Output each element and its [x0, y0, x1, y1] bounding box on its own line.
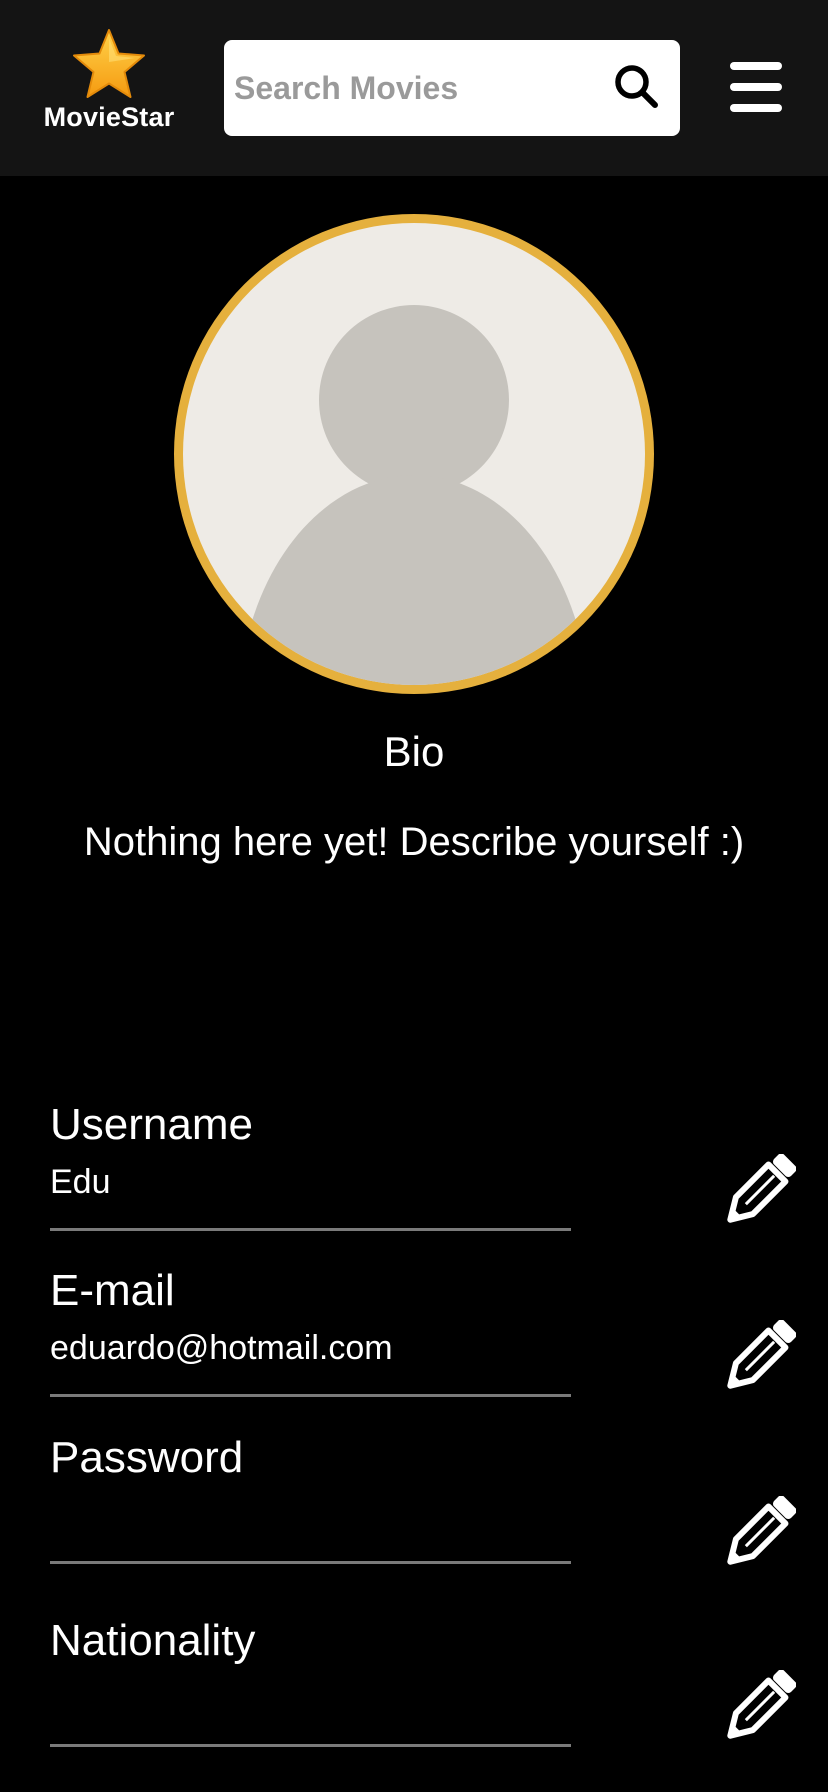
pencil-icon [727, 1669, 797, 1739]
pencil-icon [727, 1495, 797, 1565]
edit-username-button[interactable] [724, 1153, 797, 1226]
bio-heading: Bio [383, 728, 445, 775]
user-silhouette-icon [239, 305, 589, 685]
edit-nationality-button[interactable] [724, 1669, 797, 1742]
edit-email-button[interactable] [724, 1319, 797, 1392]
menu-bar-middle [730, 83, 782, 91]
nationality-field: Nationality [50, 1616, 570, 1722]
profile-avatar-frame [174, 214, 654, 694]
star-icon [73, 29, 145, 98]
email-field: E-mail [50, 1266, 570, 1372]
top-navbar: MovieStar [0, 0, 828, 176]
username-underline [50, 1228, 571, 1231]
password-field: Password [50, 1433, 570, 1539]
menu-bar-top [730, 62, 782, 70]
search-bar [224, 40, 680, 136]
email-underline [50, 1394, 571, 1397]
pencil-icon [727, 1153, 797, 1223]
username-input[interactable] [50, 1158, 570, 1206]
edit-password-button[interactable] [724, 1495, 797, 1568]
password-label: Password [50, 1433, 244, 1482]
menu-bar-bottom [730, 104, 782, 112]
hamburger-menu-button[interactable] [730, 62, 784, 112]
nationality-label: Nationality [50, 1616, 256, 1665]
password-input[interactable] [50, 1491, 570, 1539]
search-button[interactable] [612, 62, 662, 112]
nationality-underline [50, 1744, 571, 1747]
password-underline [50, 1561, 571, 1564]
search-icon [615, 65, 658, 108]
bio-text: Nothing here yet! Describe yourself :) [83, 820, 745, 864]
logo-link[interactable]: MovieStar [34, 28, 184, 148]
username-label: Username [50, 1100, 253, 1149]
username-field: Username [50, 1100, 570, 1206]
logo-text: MovieStar [43, 102, 175, 132]
pencil-icon [727, 1319, 797, 1389]
avatar[interactable] [183, 223, 645, 685]
search-input[interactable] [234, 58, 594, 118]
email-label: E-mail [50, 1266, 175, 1315]
nationality-input[interactable] [50, 1674, 570, 1722]
email-input[interactable] [50, 1324, 570, 1372]
